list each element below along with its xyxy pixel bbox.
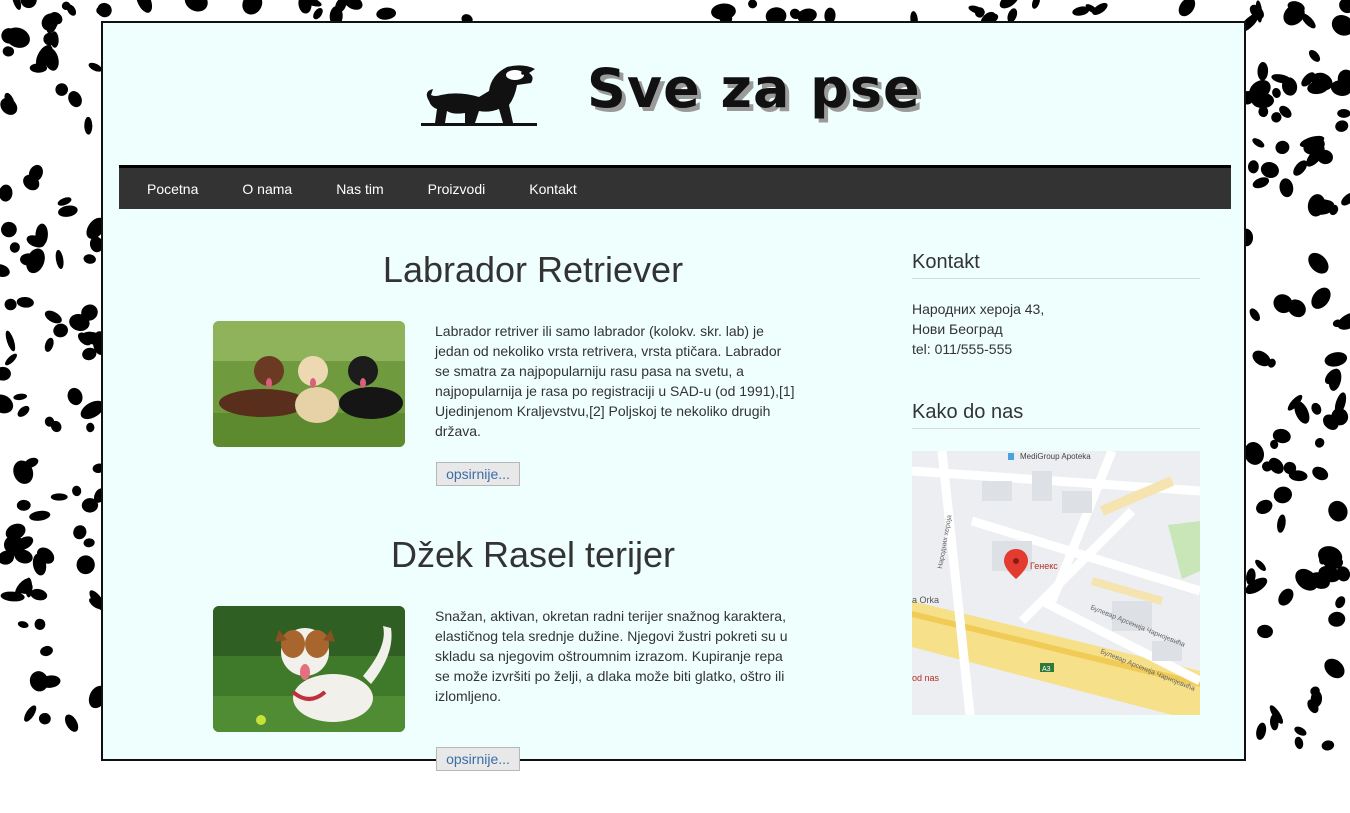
- labrador-photo: [213, 321, 405, 447]
- jack-russell-photo: [213, 606, 405, 732]
- pharmacy-icon: [1008, 453, 1014, 460]
- article-jack-russell: Džek Rasel terijer Snažan, aktivan, okre…: [213, 528, 813, 813]
- article-title: Džek Rasel terijer: [390, 534, 676, 575]
- directions-heading: Kako do nas: [912, 401, 1200, 429]
- nav-item-pocetna[interactable]: Pocetna: [125, 169, 220, 209]
- article-text: Snažan, aktivan, okretan radni terijer s…: [435, 608, 788, 704]
- site-logo[interactable]: Sve za pse: [419, 57, 939, 133]
- map-label-orka: a Orka: [912, 595, 939, 605]
- read-more-button[interactable]: opsirnije...: [436, 462, 520, 486]
- sidebar: Kontakt Народних хероја 43, Нови Београд…: [912, 251, 1200, 715]
- contact-address: Народних хероја 43, Нови Београд tel: 01…: [912, 299, 1200, 359]
- read-more-button[interactable]: opsirnije...: [436, 747, 520, 771]
- page-container: Sve za pse Pocetna O nama Nas tim Proizv…: [101, 21, 1246, 771]
- article-labrador: Labrador Retriever Labrador retriver ili…: [213, 243, 813, 528]
- map-label-place: Генекс: [1030, 561, 1058, 571]
- contact-phone: tel: 011/555-555: [912, 341, 1013, 357]
- main-nav: Pocetna O nama Nas tim Proizvodi Kontakt: [119, 165, 1231, 209]
- article-title: Labrador Retriever: [382, 249, 684, 290]
- article-text: Labrador retriver ili samo labrador (kol…: [435, 323, 795, 439]
- address-line-1: Народних хероја 43,: [912, 301, 1045, 317]
- map-label-od-nas: od nas: [912, 673, 940, 683]
- location-map[interactable]: MediGroup Apoteka Генекс Народних хероја…: [912, 451, 1200, 715]
- nav-item-nas-tim[interactable]: Nas tim: [314, 169, 405, 209]
- dog-logo-icon: [421, 65, 537, 126]
- site-title: Sve za pse: [587, 57, 921, 120]
- nav-item-o-nama[interactable]: O nama: [220, 169, 314, 209]
- main-content: Labrador Retriever Labrador retriver ili…: [213, 243, 813, 813]
- nav-item-kontakt[interactable]: Kontakt: [507, 169, 598, 209]
- contact-heading: Kontakt: [912, 251, 1200, 279]
- map-label-pharmacy: MediGroup Apoteka: [1020, 452, 1091, 461]
- nav-item-proizvodi[interactable]: Proizvodi: [406, 169, 508, 209]
- address-line-2: Нови Београд: [912, 321, 1003, 337]
- map-label-road: A3: [1042, 666, 1051, 673]
